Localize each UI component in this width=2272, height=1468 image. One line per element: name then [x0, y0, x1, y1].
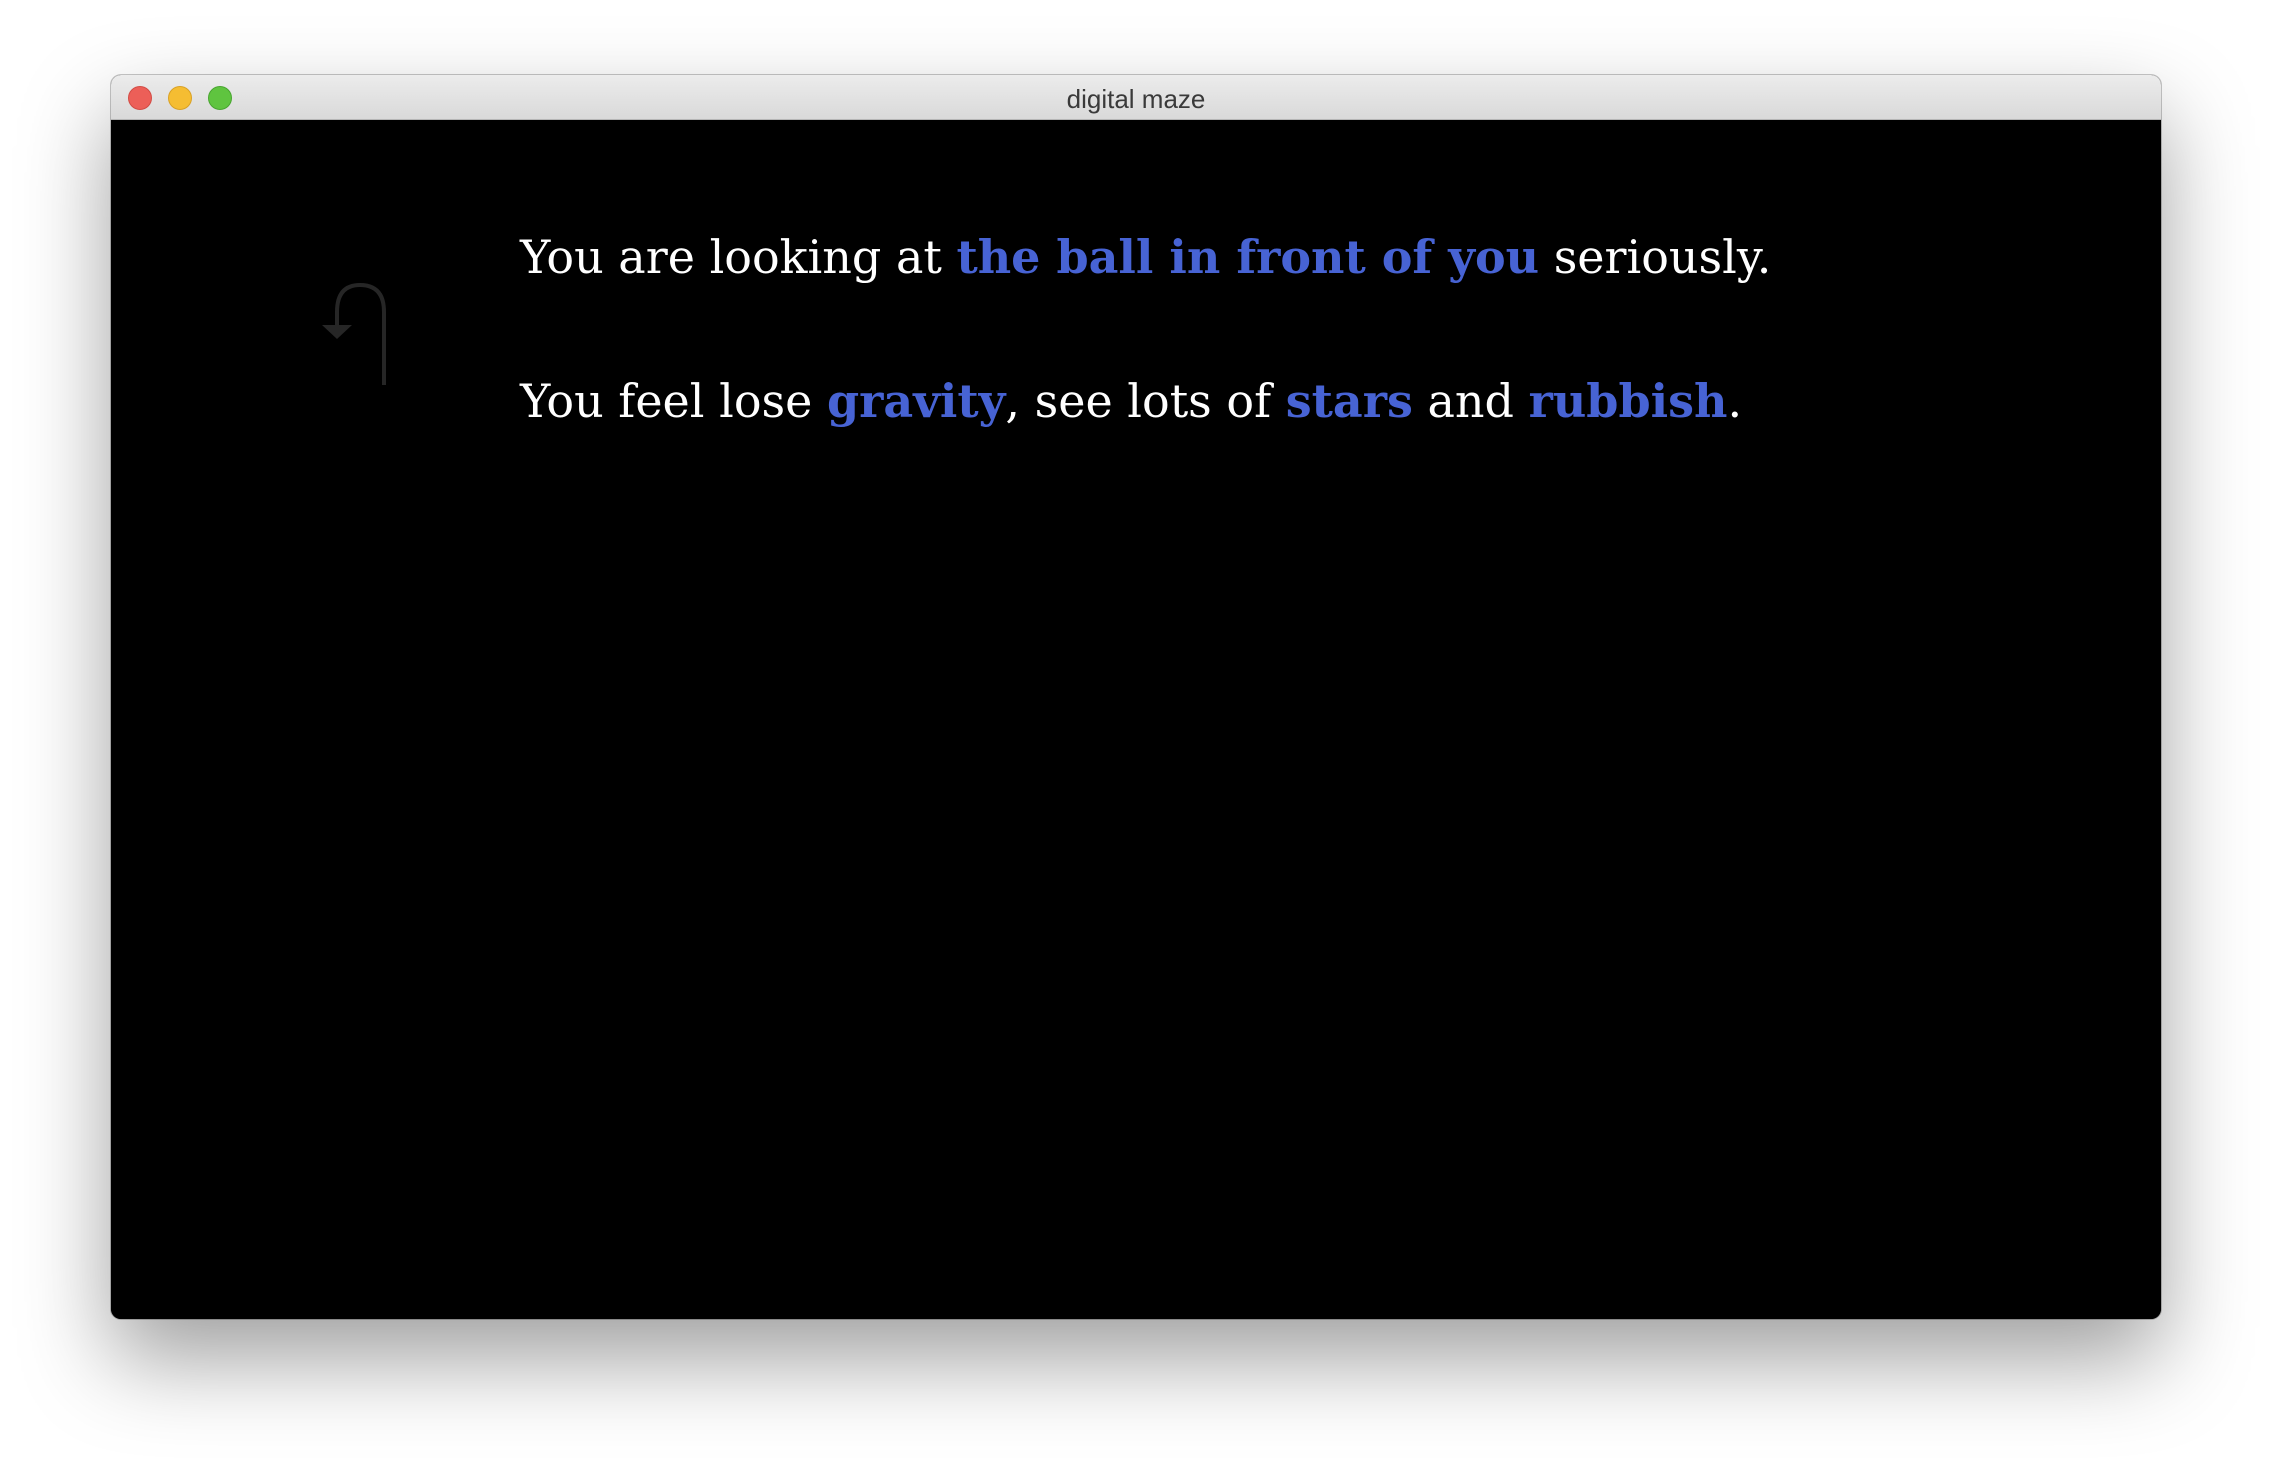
link-rubbish[interactable]: rubbish	[1529, 374, 1728, 428]
story-text-segment: and	[1412, 374, 1529, 428]
link-gravity[interactable]: gravity	[827, 374, 1005, 428]
story-text-segment: , see lots of	[1005, 374, 1286, 428]
game-area: You are looking at the ball in front of …	[111, 120, 2161, 1319]
app-window: digital maze You are looking at the ball…	[111, 75, 2161, 1319]
window-title: digital maze	[1066, 84, 1206, 114]
return-arrow-icon[interactable]	[311, 250, 391, 390]
story-text-segment: seriously.	[1539, 230, 1772, 284]
story-text: You are looking at the ball in front of …	[520, 225, 1771, 433]
link-ball-in-front[interactable]: the ball in front of you	[956, 230, 1539, 284]
story-text-segment: You feel lose	[520, 374, 827, 428]
link-stars[interactable]: stars	[1286, 374, 1413, 428]
story-text-segment: .	[1727, 374, 1743, 428]
story-line-1: You are looking at the ball in front of …	[520, 225, 1771, 289]
title-bar: digital maze	[111, 75, 2161, 120]
story-text-segment: You are looking at	[520, 230, 957, 284]
story-line-2: You feel lose gravity, see lots of stars…	[520, 369, 1771, 433]
